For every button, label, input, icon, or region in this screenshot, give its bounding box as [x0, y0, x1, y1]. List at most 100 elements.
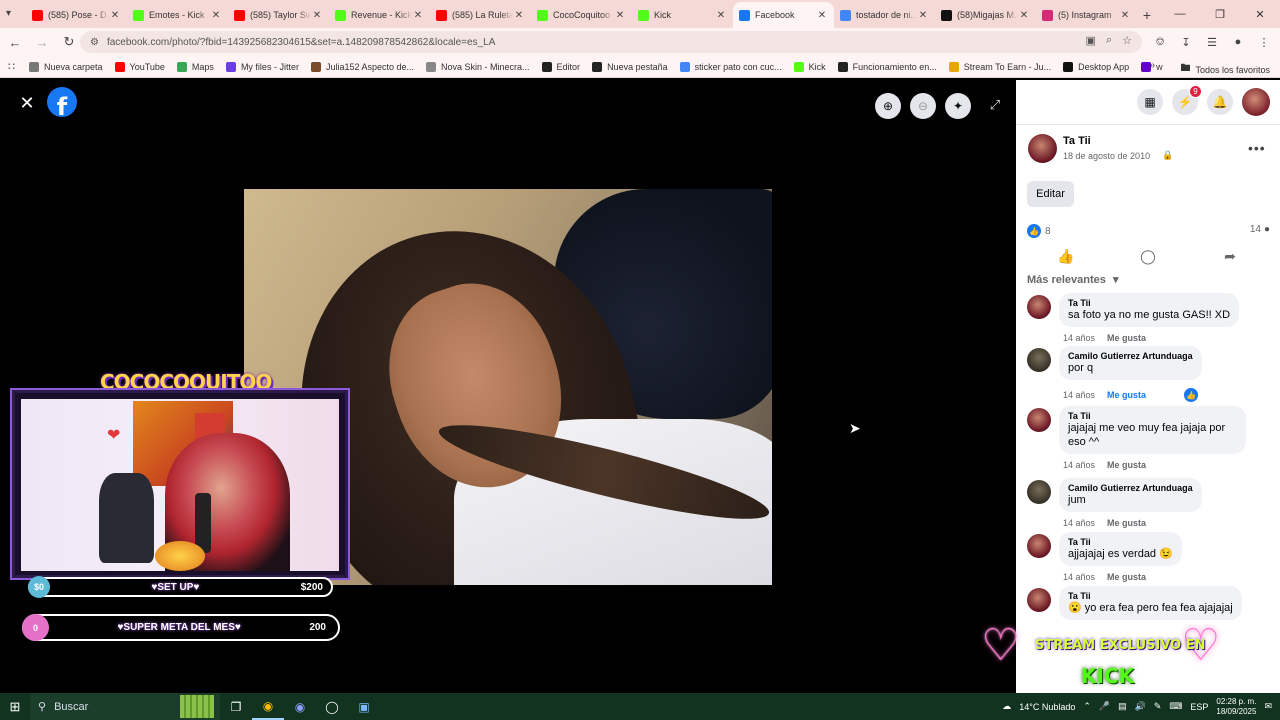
all-bookmarks-folder[interactable]: 🖿 Todos los favoritos: [1180, 61, 1270, 78]
browser-tab[interactable]: CocoCoquitoo ✕: [531, 2, 632, 28]
close-tab-icon[interactable]: ✕: [1119, 10, 1131, 21]
tab-search-icon[interactable]: ▾: [6, 8, 11, 19]
bookmark-item[interactable]: YouTube: [114, 61, 165, 72]
commenter-avatar[interactable]: [1027, 534, 1051, 558]
new-tab-button[interactable]: +: [1137, 2, 1157, 28]
weather-text[interactable]: 14°C Nublado: [1019, 702, 1075, 712]
more-options-icon[interactable]: •••: [1248, 140, 1266, 156]
bookmark-item[interactable]: Funcionamiento en...: [837, 61, 937, 72]
reading-list-icon[interactable]: ☰: [1202, 32, 1222, 52]
clock[interactable]: 02:28 p. m. 18/09/2025: [1216, 697, 1256, 717]
comment-like-button[interactable]: Me gusta: [1107, 572, 1146, 582]
cast-icon[interactable]: ▣: [1086, 34, 1096, 47]
comment-like-button[interactable]: Me gusta: [1107, 333, 1146, 343]
keyboard-icon[interactable]: ⌨: [1169, 701, 1182, 712]
close-tab-icon[interactable]: ✕: [109, 10, 121, 21]
menu-grid-icon[interactable]: ▦: [1137, 89, 1163, 115]
download-icon[interactable]: ↧: [1176, 32, 1196, 52]
comment-sort-dropdown[interactable]: Más relevantes ▾: [1027, 273, 1118, 286]
commenter-avatar[interactable]: [1027, 295, 1051, 319]
browser-tab[interactable]: Facebook ✕: [733, 2, 834, 28]
browser-tab[interactable]: Kick ✕: [632, 2, 733, 28]
commenter-name[interactable]: Ta Tii: [1068, 411, 1237, 421]
pen-icon[interactable]: ✎: [1154, 701, 1162, 712]
comment-like-button[interactable]: Me gusta: [1107, 460, 1146, 470]
avatar[interactable]: [1242, 88, 1270, 116]
site-info-icon[interactable]: ⚙: [90, 37, 99, 48]
notifications-bell-icon[interactable]: 🔔: [1207, 89, 1233, 115]
commenter-avatar[interactable]: [1027, 408, 1051, 432]
back-icon[interactable]: ←: [3, 30, 27, 54]
browser-tab[interactable]: Emotes - Kick ✕: [127, 2, 228, 28]
share-button[interactable]: ➦: [1218, 246, 1242, 266]
likes-summary[interactable]: 👍 8: [1027, 224, 1051, 238]
forward-icon[interactable]: →: [30, 30, 54, 54]
profile-icon[interactable]: ●: [1228, 32, 1248, 52]
network-icon[interactable]: ▤: [1118, 701, 1127, 712]
zoom-out-icon[interactable]: ⊖: [910, 93, 936, 119]
reload-icon[interactable]: ↻: [57, 30, 81, 54]
browser-tab[interactable]: (585) Taylor Sw...✕: [228, 2, 329, 28]
url-omnibox[interactable]: ⚙ facebook.com/photo/?fbid=1439256823046…: [80, 31, 1142, 53]
chrome-icon[interactable]: ◉: [252, 693, 284, 720]
comment-time[interactable]: 14 años: [1063, 390, 1095, 400]
commenter-avatar[interactable]: [1027, 348, 1051, 372]
bookmark-item[interactable]: Nova Skin - Minecra...: [426, 61, 530, 72]
close-window-icon[interactable]: ✕: [1240, 0, 1280, 28]
close-tab-icon[interactable]: ✕: [715, 10, 727, 21]
author-name[interactable]: Ta Tii: [1063, 135, 1091, 147]
comment-time[interactable]: 14 años: [1063, 518, 1095, 528]
microphone-icon[interactable]: 🎤: [1099, 701, 1110, 712]
browser-tab[interactable]: Revenue - Kick ✕: [329, 2, 430, 28]
close-tab-icon[interactable]: ✕: [412, 10, 424, 21]
close-tab-icon[interactable]: ✕: [513, 10, 525, 21]
bookmark-item[interactable]: Julia152 Aspecto de...: [310, 61, 414, 72]
tag-icon[interactable]: ✦: [945, 93, 971, 119]
comments-summary[interactable]: 14 ●: [1250, 224, 1270, 235]
task-view-icon[interactable]: ❐: [220, 693, 252, 720]
zoom-icon[interactable]: ⌕: [1106, 34, 1112, 47]
obs-icon[interactable]: ◯: [316, 693, 348, 720]
close-tab-icon[interactable]: ✕: [1018, 10, 1030, 21]
comment-time[interactable]: 14 años: [1063, 460, 1095, 470]
post-date[interactable]: 18 de agosto de 2010: [1063, 151, 1150, 161]
bookmark-item[interactable]: Maps: [176, 61, 214, 72]
close-tab-icon[interactable]: ✕: [210, 10, 222, 21]
app-icon[interactable]: ▣: [348, 693, 380, 720]
windows-start-icon[interactable]: ⊞: [0, 693, 30, 720]
commenter-name[interactable]: Ta Tii: [1068, 298, 1230, 308]
close-tab-icon[interactable]: ✕: [311, 10, 323, 21]
close-tab-icon[interactable]: ✕: [816, 10, 828, 21]
bookmark-item[interactable]: Editor: [541, 61, 580, 72]
browser-tab[interactable]: (58)Migajas M... ✕: [935, 2, 1036, 28]
apps-grid-icon[interactable]: ∷: [8, 60, 15, 73]
close-tab-icon[interactable]: ✕: [917, 10, 929, 21]
bookmark-item[interactable]: Nueva carpeta: [29, 61, 103, 72]
browser-menu-icon[interactable]: ⋮: [1254, 32, 1274, 52]
zoom-in-icon[interactable]: ⊕: [875, 93, 901, 119]
minimize-icon[interactable]: —: [1160, 0, 1200, 28]
bookmark-item[interactable]: Stream To Earn - Ju...: [948, 61, 1051, 72]
comment-time[interactable]: 14 años: [1063, 333, 1095, 343]
more-bookmarks-icon[interactable]: »: [1149, 60, 1155, 71]
messenger-icon[interactable]: ⚡ 9: [1172, 85, 1202, 115]
notification-center-icon[interactable]: ✉: [1264, 701, 1272, 712]
restore-icon[interactable]: ❐: [1200, 0, 1240, 28]
commenter-name[interactable]: Ta Tii: [1068, 591, 1233, 601]
commenter-name[interactable]: Camilo Gutierrez Artunduaga: [1068, 483, 1193, 493]
facebook-logo-icon[interactable]: f: [47, 87, 77, 117]
bookmark-item[interactable]: Nueva pestaña: [592, 61, 668, 72]
taskbar-search[interactable]: ⚲ Buscar: [30, 693, 220, 720]
bookmark-item[interactable]: Kick: [793, 61, 826, 72]
commenter-name[interactable]: Ta Tii: [1068, 537, 1173, 547]
commenter-name[interactable]: Camilo Gutierrez Artunduaga: [1068, 351, 1193, 361]
like-button[interactable]: 👍: [1054, 246, 1078, 266]
comment-like-button[interactable]: Me gusta: [1107, 390, 1146, 400]
commenter-avatar[interactable]: [1027, 588, 1051, 612]
bookmark-star-icon[interactable]: ☆: [1122, 34, 1132, 47]
comment-button[interactable]: ◯: [1136, 246, 1160, 266]
comment-like-button[interactable]: Me gusta: [1107, 518, 1146, 528]
extensions-icon[interactable]: ⎊: [1150, 32, 1170, 52]
comment-time[interactable]: 14 años: [1063, 572, 1095, 582]
author-avatar[interactable]: [1028, 134, 1057, 163]
